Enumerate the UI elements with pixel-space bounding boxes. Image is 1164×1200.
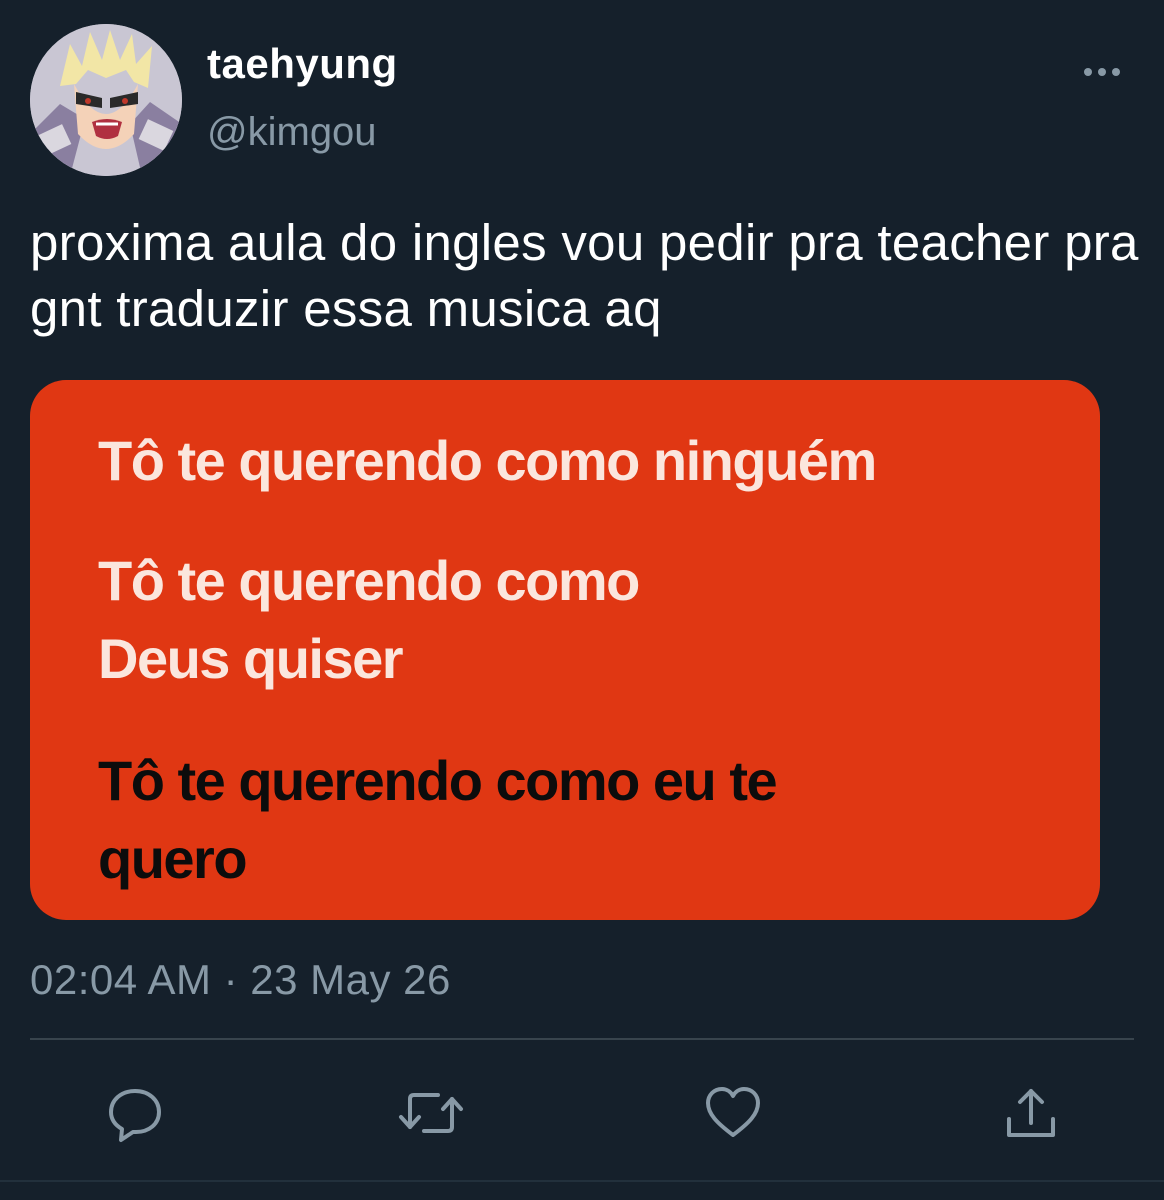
avatar-image — [30, 24, 182, 176]
retweet-icon — [399, 1093, 463, 1133]
lyric-line: Tô te querendo como ninguém — [98, 429, 877, 492]
user-handle[interactable]: @kimgou — [207, 110, 377, 155]
tweet-text: proxima aula do ingles vou pedir pra tea… — [30, 214, 1139, 337]
display-name[interactable]: taehyung — [207, 40, 398, 88]
share-button[interactable] — [998, 1080, 1064, 1146]
divider — [30, 1038, 1134, 1040]
divider — [0, 1180, 1164, 1182]
like-button[interactable] — [700, 1080, 766, 1146]
reply-button[interactable] — [102, 1080, 168, 1146]
retweet-button[interactable] — [398, 1080, 464, 1146]
heart-icon — [706, 1087, 760, 1137]
lyric-line-current: Tô te querendo como eu te quero — [98, 749, 778, 890]
lyric-line: Tô te querendo como Deus quiser — [98, 549, 640, 690]
tweet-media-image[interactable]: Tô te querendo como ninguém Tô te queren… — [30, 380, 1100, 920]
tweet-timestamp[interactable]: 02:04 AM · 23 May 26 — [30, 956, 451, 1004]
share-icon — [1007, 1089, 1055, 1137]
tweet: taehyung @kimgou proxima aula do ingles … — [0, 0, 1164, 1200]
avatar[interactable] — [30, 24, 182, 176]
reply-icon — [109, 1089, 161, 1142]
more-dots-icon[interactable] — [1082, 62, 1122, 82]
